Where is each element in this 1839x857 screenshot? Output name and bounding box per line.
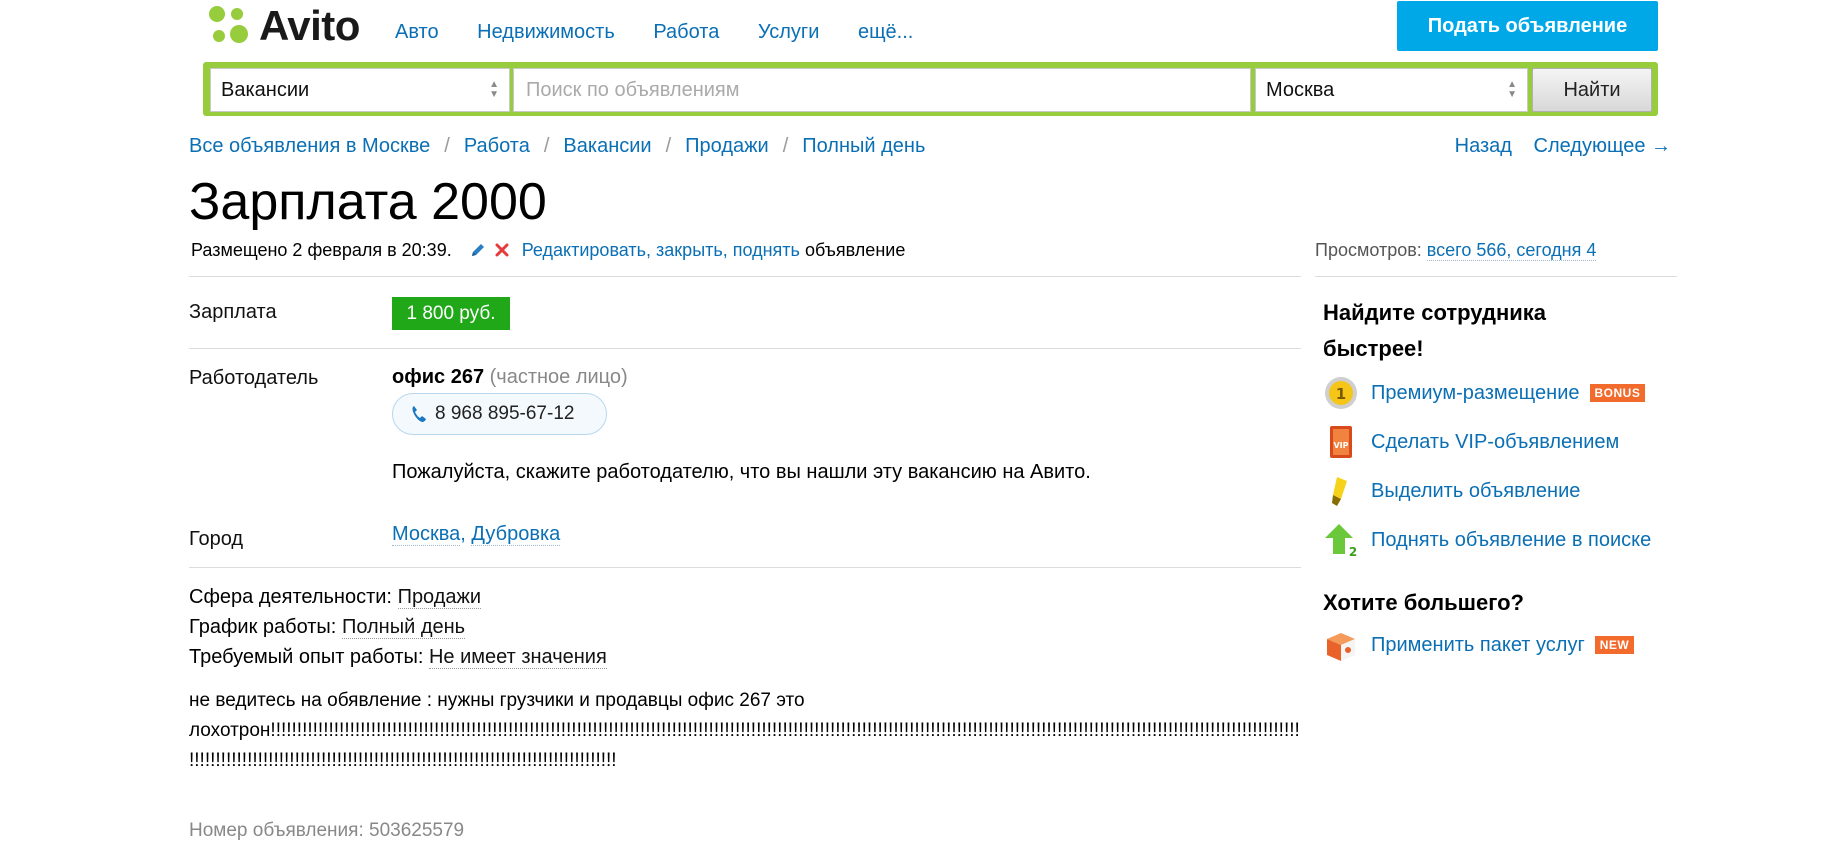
nav-item-more[interactable]: ещё... — [858, 21, 913, 43]
category-select[interactable]: Вакансии ▲ ▼ — [210, 68, 510, 112]
city-select[interactable]: Москва ▲ ▼ — [1255, 68, 1528, 112]
divider — [189, 348, 1301, 349]
employer-notice: Пожалуйста, скажите работодателю, что вы… — [392, 461, 1091, 483]
param-label: График работы: — [189, 616, 337, 638]
salary-badge: 1 800 руб. — [392, 297, 510, 330]
divider — [1315, 276, 1677, 277]
medal-icon: 1 — [1325, 377, 1357, 409]
param-value[interactable]: Полный день — [341, 616, 466, 639]
sidebar-heading-more: Хотите большего? — [1323, 590, 1524, 615]
close-icon[interactable] — [494, 242, 510, 258]
breadcrumb-separator: / — [543, 135, 550, 157]
district-link[interactable]: Дубровка — [471, 523, 561, 546]
svg-text:VIP: VIP — [1333, 441, 1348, 450]
sidebar-item-label: Премиум-размещение — [1371, 381, 1580, 404]
phone-button[interactable]: 8 968 895-67-12 — [392, 393, 607, 435]
param-value[interactable]: Продажи — [397, 586, 482, 609]
description-line: !!!!!!!!!!!!!!!!!!!!!!!!!!!!!!!!!!!!!!!!… — [189, 750, 617, 771]
sidebar-item-highlight[interactable]: Выделить объявление — [1323, 471, 1580, 511]
job-params: Сфера деятельности: Продажи График работ… — [189, 582, 607, 672]
views-label: Просмотров: — [1315, 240, 1422, 260]
sidebar-item-raise[interactable]: 2 Поднять объявление в поиске — [1323, 520, 1651, 560]
up-arrow-icon: 2 — [1325, 524, 1357, 558]
param-row: Сфера деятельности: Продажи — [189, 582, 607, 612]
vip-icon: VIP — [1330, 426, 1352, 458]
nav-item-realty[interactable]: Недвижимость — [477, 21, 615, 43]
select-arrows-icon: ▲ ▼ — [489, 79, 499, 100]
sidebar-heading-find: Найдите сотрудника быстрее! — [1323, 295, 1546, 367]
param-value[interactable]: Не имеет значения — [428, 646, 607, 669]
breadcrumb-separator: / — [782, 135, 789, 157]
svg-text:2: 2 — [1349, 545, 1357, 558]
post-ad-button[interactable]: Подать объявление — [1397, 1, 1658, 51]
employer-type: (частное лицо) — [489, 366, 628, 388]
posted-info: Размещено 2 февраля в 20:39. Редактироват… — [191, 237, 905, 263]
breadcrumb-item[interactable]: Полный день — [802, 135, 925, 157]
pencil-icon[interactable] — [470, 242, 486, 258]
heading-line: быстрее! — [1323, 336, 1424, 361]
sidebar-item-label: Применить пакет услуг — [1371, 633, 1585, 656]
nav-item-auto[interactable]: Авто — [395, 21, 439, 43]
back-link[interactable]: Назад — [1455, 135, 1512, 157]
posted-date: Размещено 2 февраля в 20:39. — [191, 240, 452, 260]
sidebar-item-label: Выделить объявление — [1371, 479, 1581, 502]
nav-item-jobs[interactable]: Работа — [653, 21, 719, 43]
param-row: Требуемый опыт работы: Не имеет значения — [189, 642, 607, 672]
description-line: не ведитесь на обявление : нужны грузчик… — [189, 690, 805, 711]
param-label: Сфера деятельности: — [189, 586, 392, 608]
employer-label: Работодатель — [189, 367, 319, 389]
search-input[interactable] — [513, 68, 1251, 112]
sidebar-item-label: Поднять объявление в поиске — [1371, 528, 1652, 551]
new-badge: NEW — [1594, 636, 1635, 654]
breadcrumb: Все объявления в Москве / Работа / Вакансии /… — [189, 132, 925, 160]
city-label: Город — [189, 528, 244, 550]
param-row: График работы: Полный день — [189, 612, 607, 642]
sidebar-item-premium[interactable]: 1 Премиум-размещение BONUS — [1323, 373, 1646, 413]
employer-info: офис 267 (частное лицо) — [392, 363, 628, 391]
svg-text:1: 1 — [1336, 385, 1346, 403]
employer-name: офис 267 — [392, 366, 485, 388]
ad-number: Номер объявления: 503625579 — [189, 820, 465, 841]
nav-item-services[interactable]: Услуги — [758, 21, 820, 43]
views-value[interactable]: всего 566, сегодня 4 — [1426, 240, 1597, 261]
city-link[interactable]: Москва — [392, 523, 461, 546]
phone-number: 8 968 895-67-12 — [435, 403, 575, 424]
next-link[interactable]: Следующее → — [1534, 135, 1672, 157]
description-line: лохотрон!!!!!!!!!!!!!!!!!!!!!!!!!!!!!!!!… — [189, 720, 1299, 741]
views-counter: Просмотров: всего 566, сегодня 4 — [1315, 237, 1597, 263]
edit-close-raise-link[interactable]: Редактировать, закрыть, поднять — [522, 240, 800, 260]
sidebar-item-package[interactable]: Применить пакет услуг NEW — [1323, 625, 1635, 665]
divider — [189, 567, 1301, 568]
breadcrumb-item[interactable]: Продажи — [685, 135, 769, 157]
search-button[interactable]: Найти — [1532, 68, 1652, 112]
top-nav: Авто Недвижимость Работа Услуги ещё... — [395, 18, 946, 46]
phone-icon — [412, 406, 426, 422]
salary-label: Зарплата — [189, 301, 277, 323]
actions-suffix: объявление — [799, 240, 906, 260]
breadcrumb-item[interactable]: Все объявления в Москве — [189, 135, 430, 157]
divider — [189, 276, 1301, 277]
heading-line: Найдите сотрудника — [1323, 300, 1547, 325]
sidebar-item-label: Сделать VIP-объявлением — [1371, 430, 1620, 453]
listing-description: не ведитесь на обявление : нужны грузчик… — [189, 686, 1299, 776]
sidebar-item-vip[interactable]: VIP Сделать VIP-объявлением — [1323, 422, 1619, 462]
breadcrumb-separator: / — [444, 135, 450, 157]
city-value: Москва, Дубровка — [392, 523, 561, 546]
breadcrumb-item[interactable]: Вакансии — [563, 135, 651, 157]
highlighter-icon — [1332, 477, 1347, 506]
city-select-value: Москва — [1266, 79, 1335, 101]
logo-text[interactable]: Avito — [259, 1, 360, 51]
param-label: Требуемый опыт работы: — [189, 646, 424, 668]
breadcrumb-separator: / — [665, 135, 672, 157]
bonus-badge: BONUS — [1589, 384, 1646, 402]
gift-box-icon — [1327, 633, 1355, 661]
page-title: Зарплата 2000 — [189, 173, 547, 231]
listing-pager: Назад Следующее → — [1439, 132, 1671, 160]
breadcrumb-item[interactable]: Работа — [464, 135, 530, 157]
category-select-value: Вакансии — [221, 79, 310, 101]
select-arrows-icon: ▲ ▼ — [1507, 79, 1517, 100]
